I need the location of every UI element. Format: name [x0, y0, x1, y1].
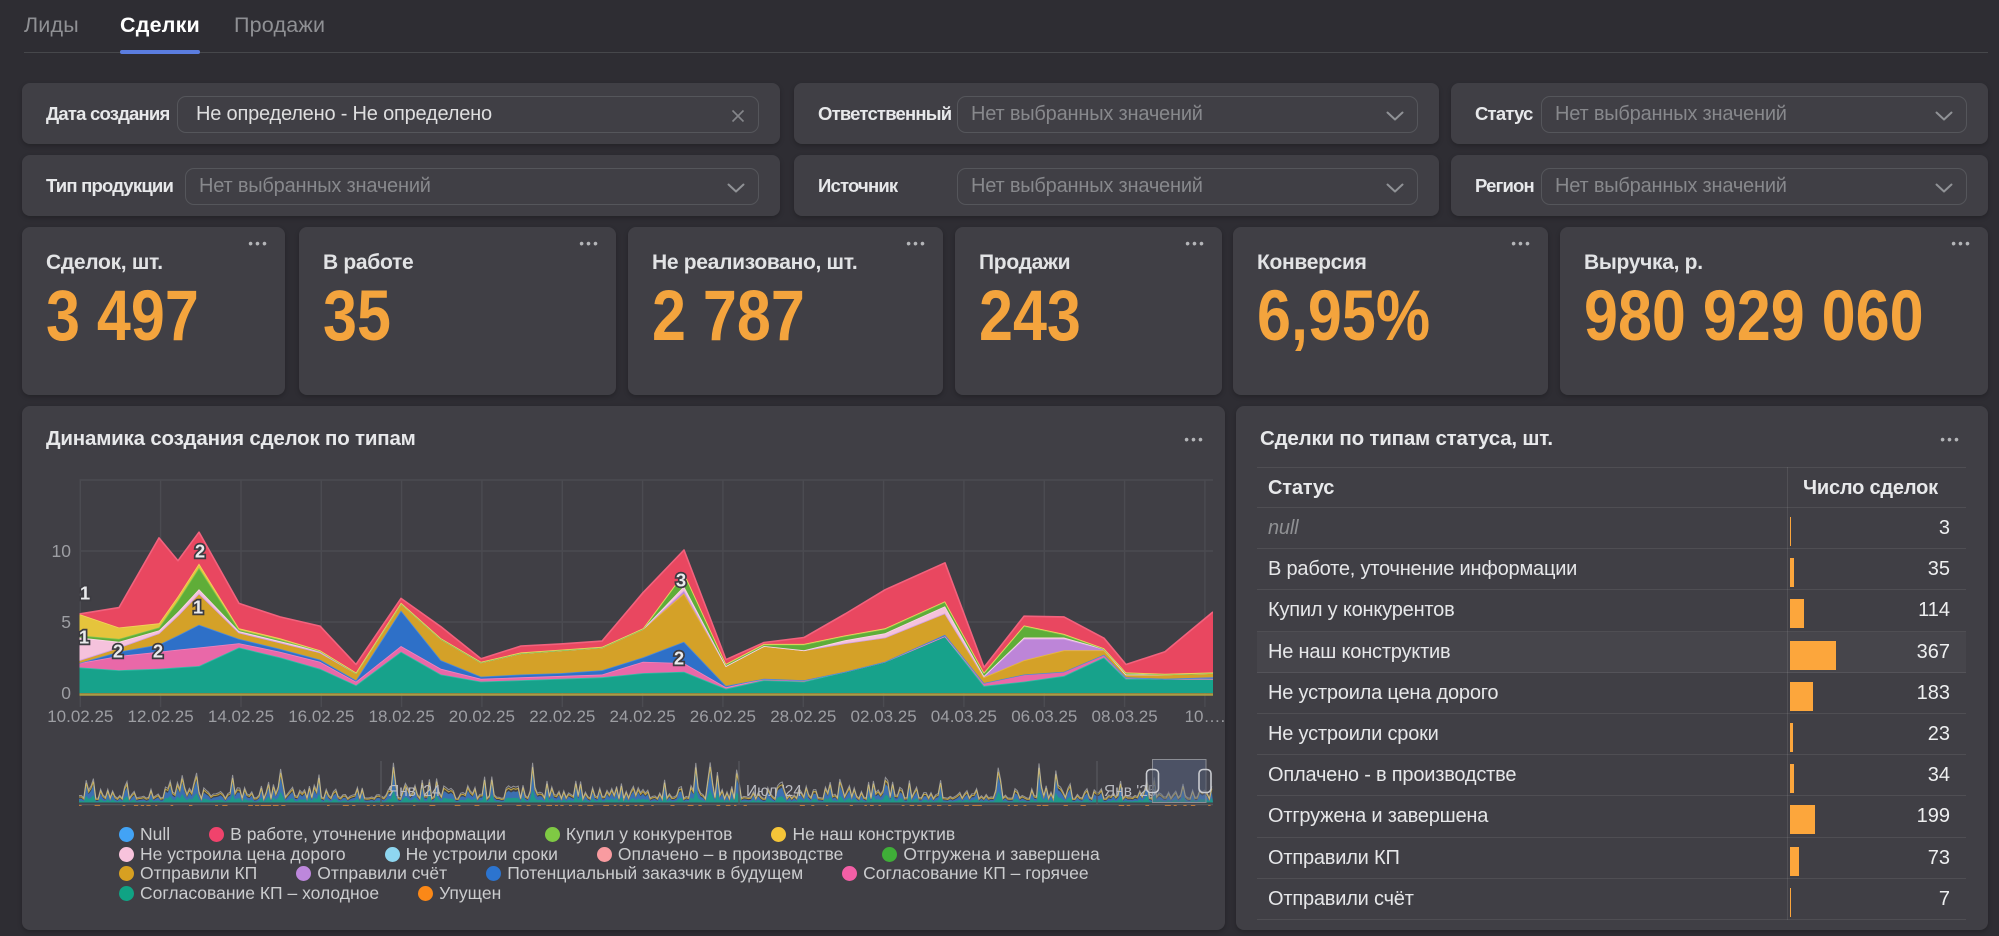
svg-text:1: 1	[80, 583, 90, 604]
svg-text:2: 2	[113, 641, 123, 662]
svg-text:Янв '24: Янв '24	[388, 783, 441, 800]
svg-text:06.03.25: 06.03.25	[1011, 707, 1077, 726]
svg-text:5: 5	[61, 612, 71, 632]
svg-text:0: 0	[61, 683, 71, 703]
svg-text:24.02.25: 24.02.25	[610, 707, 676, 726]
svg-text:18.02.25: 18.02.25	[369, 707, 435, 726]
svg-text:04.03.25: 04.03.25	[931, 707, 997, 726]
svg-text:28.02.25: 28.02.25	[770, 707, 836, 726]
svg-text:2: 2	[153, 641, 163, 662]
svg-text:2: 2	[195, 541, 205, 562]
svg-text:10….: 10….	[1185, 707, 1225, 726]
svg-text:12.02.25: 12.02.25	[128, 707, 194, 726]
svg-text:3: 3	[676, 570, 686, 591]
svg-text:20.02.25: 20.02.25	[449, 707, 515, 726]
svg-text:08.03.25: 08.03.25	[1092, 707, 1158, 726]
svg-text:1: 1	[79, 627, 89, 648]
svg-text:1: 1	[193, 597, 203, 618]
svg-text:14.02.25: 14.02.25	[208, 707, 274, 726]
svg-text:22.02.25: 22.02.25	[529, 707, 595, 726]
svg-text:26.02.25: 26.02.25	[690, 707, 756, 726]
svg-text:Июл '24: Июл '24	[746, 783, 802, 800]
svg-text:10.02.25: 10.02.25	[47, 707, 113, 726]
svg-text:16.02.25: 16.02.25	[288, 707, 354, 726]
svg-text:10: 10	[52, 541, 72, 561]
svg-text:02.03.25: 02.03.25	[851, 707, 917, 726]
svg-text:2: 2	[674, 648, 684, 669]
